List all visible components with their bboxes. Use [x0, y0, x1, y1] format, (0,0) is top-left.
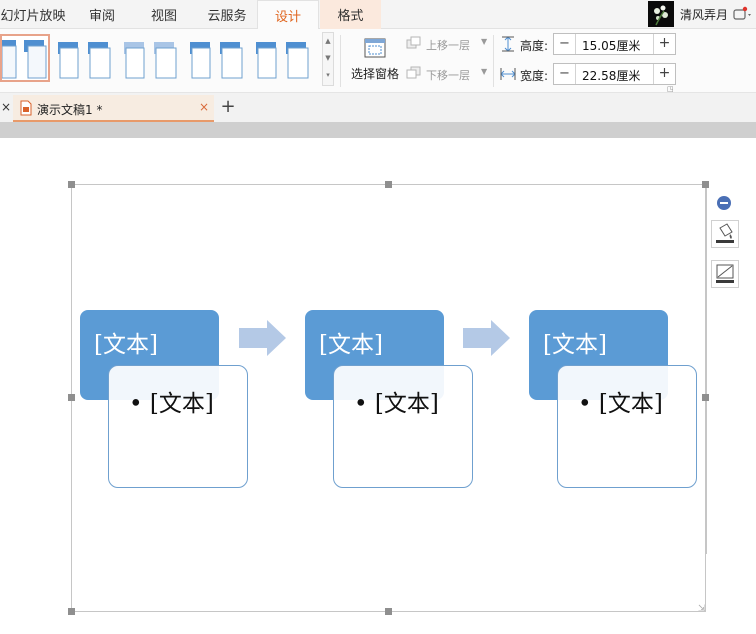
height-spinner: − 15.05厘米 +: [553, 33, 676, 55]
ribbon-separator: [493, 35, 494, 87]
style-thumbnail-icon: [58, 42, 111, 79]
gallery-scroll-down-icon[interactable]: ▼: [323, 50, 333, 67]
width-icon: [500, 68, 516, 80]
height-icon: [502, 36, 514, 52]
ruler-bar: [0, 122, 756, 138]
height-decrease-button[interactable]: −: [554, 34, 576, 54]
height-input[interactable]: 15.05厘米: [582, 37, 640, 54]
gallery-scroll-up-icon[interactable]: ▲: [323, 33, 333, 50]
user-avatar[interactable]: [648, 1, 674, 27]
gallery-scrollbar[interactable]: ▲ ▼ ▾: [322, 32, 334, 86]
line-style-icon: [716, 264, 734, 283]
gallery-expand-icon[interactable]: ▾: [323, 67, 333, 84]
send-backward-button[interactable]: 下移一层 ▼: [406, 64, 490, 84]
select-pane-button[interactable]: 选择窗格: [346, 35, 404, 85]
width-input[interactable]: 22.58厘米: [582, 67, 640, 84]
width-spinner: − 22.58厘米 +: [553, 63, 676, 85]
dropdown-arrow-icon: ▼: [481, 37, 488, 46]
slide-canvas[interactable]: ⇲ [文本] • [文本] [文本] • [文本] [文本] • [文本]: [0, 138, 756, 634]
design-ribbon: ▲ ▼ ▾ 选择窗格 上移一层 ▼ 下移一层 ▼ 高度: − 15.05厘米 +…: [0, 29, 756, 93]
document-tab-label: 演示文稿1 *: [37, 103, 103, 117]
tab-review[interactable]: 审阅: [76, 0, 128, 29]
paint-bucket-icon: [716, 223, 734, 243]
collapse-toolbar-icon[interactable]: [717, 196, 731, 210]
style-thumbnail-icon: [256, 42, 309, 79]
bring-forward-icon: [406, 36, 421, 49]
send-backward-label: 下移一层: [426, 69, 470, 82]
style-option-1[interactable]: [0, 34, 50, 82]
wps-presentation-window: 幻灯片放映 审阅 视图 云服务 设计 格式 清风弄月 ▲ ▼ ▾ 选择窗格 上移…: [0, 0, 756, 634]
resize-handle-left[interactable]: [68, 394, 75, 401]
style-option-5[interactable]: [254, 34, 314, 82]
block-title-text[interactable]: [文本]: [543, 325, 607, 359]
style-thumbnail-icon: [2, 40, 47, 79]
block-bullet-text[interactable]: • [文本]: [578, 384, 663, 418]
fill-tool-button[interactable]: [711, 220, 739, 248]
block-bullet-text[interactable]: • [文本]: [129, 384, 214, 418]
process-block-body[interactable]: • [文本]: [333, 365, 473, 488]
bring-forward-button[interactable]: 上移一层 ▼: [406, 34, 490, 54]
tab-view[interactable]: 视图: [138, 0, 190, 29]
resize-handle-top[interactable]: [385, 181, 392, 188]
user-menu-button[interactable]: [731, 5, 755, 23]
close-tab-icon[interactable]: ×: [199, 100, 209, 114]
select-pane-icon: [364, 38, 386, 58]
style-thumbnail-icon: [124, 42, 177, 79]
style-option-3[interactable]: [122, 34, 182, 82]
user-name[interactable]: 清风弄月: [680, 6, 728, 23]
style-option-2[interactable]: [56, 34, 116, 82]
width-increase-button[interactable]: +: [653, 64, 675, 84]
select-pane-label: 选择窗格: [350, 67, 399, 81]
block-bullet-text[interactable]: • [文本]: [354, 384, 439, 418]
bring-forward-label: 上移一层: [426, 39, 470, 52]
style-option-4[interactable]: [188, 34, 248, 82]
right-arrow-connector[interactable]: [239, 320, 287, 356]
width-label: 宽度:: [520, 69, 549, 83]
height-control: 高度: − 15.05厘米 +: [498, 33, 678, 55]
document-tab-strip: × 演示文稿1 * × +: [0, 93, 756, 122]
height-increase-button[interactable]: +: [653, 34, 675, 54]
block-title-text[interactable]: [文本]: [319, 325, 383, 359]
right-arrow-connector[interactable]: [463, 320, 511, 356]
resize-handle-top-right[interactable]: [702, 181, 709, 188]
smartart-style-gallery: [0, 32, 322, 86]
dialog-launcher-icon[interactable]: ◳: [667, 85, 674, 93]
document-tab[interactable]: 演示文稿1 * ×: [13, 95, 214, 122]
flower-avatar-image: [648, 1, 674, 27]
height-label: 高度:: [520, 39, 549, 53]
menu-bar: 幻灯片放映 审阅 视图 云服务 设计 格式 清风弄月: [0, 0, 756, 30]
process-block-body[interactable]: • [文本]: [557, 365, 697, 488]
block-title-text[interactable]: [文本]: [94, 325, 158, 359]
resize-grip-icon[interactable]: ⇲: [698, 604, 708, 614]
resize-handle-bottom[interactable]: [385, 608, 392, 615]
tab-cloud-service[interactable]: 云服务: [198, 0, 256, 29]
style-thumbnail-icon: [190, 42, 243, 79]
slide-right-edge: [706, 184, 707, 554]
tab-design[interactable]: 设计: [257, 0, 319, 30]
user-menu-icon: [733, 6, 751, 20]
send-backward-icon: [406, 66, 421, 79]
process-block-body[interactable]: • [文本]: [108, 365, 248, 488]
tab-format[interactable]: 格式: [320, 0, 381, 29]
dropdown-arrow-icon: ▼: [481, 67, 488, 76]
width-decrease-button[interactable]: −: [554, 64, 576, 84]
resize-handle-top-left[interactable]: [68, 181, 75, 188]
outline-tool-button[interactable]: [711, 260, 739, 288]
ribbon-separator: [340, 35, 341, 87]
tab-slideshow[interactable]: 幻灯片放映: [0, 0, 66, 29]
new-tab-button[interactable]: +: [219, 96, 237, 117]
resize-handle-bottom-left[interactable]: [68, 608, 75, 615]
width-control: 宽度: − 22.58厘米 +: [498, 63, 678, 85]
presentation-file-icon: [20, 100, 32, 116]
close-tab-icon[interactable]: ×: [1, 100, 11, 114]
resize-handle-right[interactable]: [702, 394, 709, 401]
